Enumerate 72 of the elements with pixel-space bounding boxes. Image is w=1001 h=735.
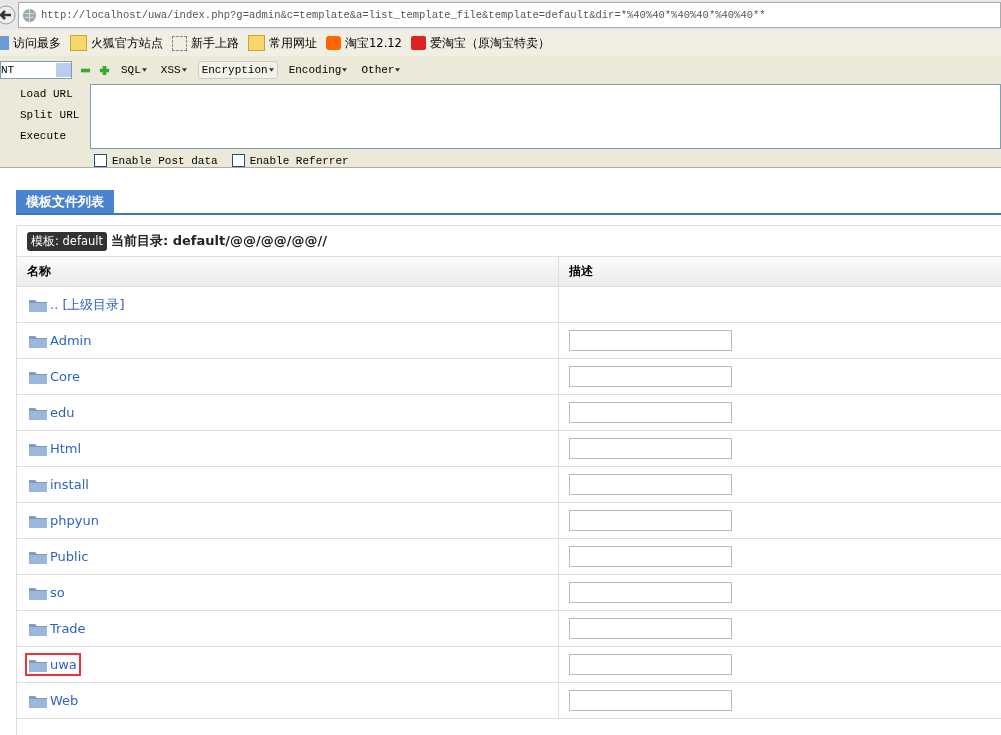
menu-button[interactable]: Encryption [197, 61, 278, 79]
folder-link[interactable]: edu [50, 405, 75, 420]
bookmark[interactable]: 爱淘宝（原淘宝特卖） [410, 35, 550, 51]
menu-button[interactable]: XSS [157, 62, 190, 78]
folder-icon [29, 297, 47, 312]
folder-link[interactable]: Html [50, 441, 82, 456]
folder-icon [248, 35, 265, 51]
globe-icon [22, 7, 37, 23]
description-field[interactable] [569, 474, 732, 495]
folder-link[interactable]: uwa [50, 657, 77, 672]
folder-icon [29, 549, 47, 564]
folder-icon [29, 369, 47, 384]
folder-icon [29, 693, 47, 708]
back-icon[interactable] [0, 5, 16, 25]
folder-link[interactable]: Web [50, 693, 79, 708]
bookmark[interactable]: 常用网址 [248, 35, 317, 51]
column-header: 描述 [568, 263, 593, 280]
folder-link[interactable]: Core [50, 369, 81, 384]
caret-icon [268, 68, 274, 72]
bookmark[interactable]: 淘宝12.12 [326, 35, 402, 51]
description-field[interactable] [569, 366, 732, 387]
bookmark[interactable]: 访问最多 [0, 35, 61, 51]
caret-icon [342, 68, 348, 72]
folder-link[interactable]: .. [上级目录] [50, 295, 125, 314]
tab[interactable]: 模板文件列表 [16, 190, 114, 213]
folder-icon [29, 441, 47, 456]
plus-icon[interactable] [99, 64, 110, 76]
folder-icon [29, 657, 47, 672]
folder-icon [29, 333, 47, 348]
folder-icon [29, 513, 47, 528]
folder-icon [29, 405, 47, 420]
description-field[interactable] [569, 690, 732, 711]
bookmark[interactable]: 新手上路 [172, 35, 239, 51]
caret-icon [181, 68, 187, 72]
action-button[interactable]: Split URL [20, 109, 90, 121]
dashed-square-icon [172, 35, 187, 51]
menu-button[interactable]: SQL [118, 62, 150, 78]
current-directory: 当前目录: default/@@/@@/@@// [111, 232, 327, 250]
caret-icon [141, 68, 147, 72]
url-textarea[interactable] [90, 84, 1001, 149]
menu-button[interactable]: Encoding [285, 62, 351, 78]
folder-link[interactable]: Public [50, 549, 89, 564]
folder-icon [29, 585, 47, 600]
menu-button[interactable]: Other [358, 62, 404, 78]
folder-link[interactable]: Trade [50, 621, 86, 636]
description-field[interactable] [569, 402, 732, 423]
template-badge: 模板: default [27, 231, 107, 251]
address-bar[interactable]: http://localhost/uwa/index.php?g=admin&c=template&a=list_template_file&template=default&dir=*%40%40*%40%40*%40%40** [18, 2, 1001, 28]
column-header: 名称 [17, 257, 559, 286]
option-checkbox[interactable]: Enable Referrer [231, 154, 349, 167]
folder-icon [29, 477, 47, 492]
caret-icon [395, 68, 401, 72]
bookmark[interactable]: 火狐官方站点 [70, 35, 163, 51]
folder-icon [29, 621, 47, 636]
description-field[interactable] [569, 438, 732, 459]
description-field[interactable] [569, 330, 732, 351]
description-field[interactable] [569, 618, 732, 639]
folder-link[interactable]: so [50, 585, 65, 600]
action-button[interactable]: Load URL [20, 88, 90, 100]
select-dropdown[interactable]: NT [0, 61, 72, 79]
description-field[interactable] [569, 654, 732, 675]
folder-link[interactable]: install [50, 477, 89, 492]
site-icon [326, 36, 341, 50]
option-checkbox[interactable]: Enable Post data [94, 154, 218, 167]
folder-link[interactable]: Admin [50, 333, 92, 348]
site-icon [410, 36, 426, 50]
folder-icon [70, 35, 87, 51]
folder-link[interactable]: phpyun [50, 513, 99, 528]
description-field[interactable] [569, 546, 732, 567]
description-field[interactable] [569, 510, 732, 531]
action-button[interactable]: Execute [20, 130, 90, 142]
description-field[interactable] [569, 582, 732, 603]
